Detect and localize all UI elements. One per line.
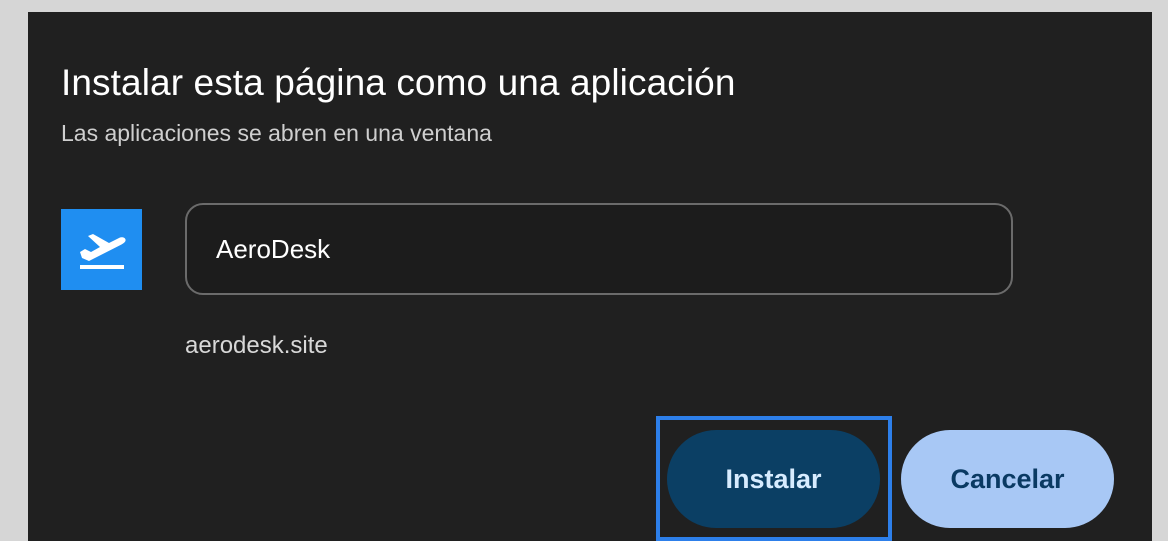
cancel-button[interactable]: Cancelar [901,430,1114,528]
app-domain: aerodesk.site [185,332,328,359]
plane-takeoff-glyph [79,233,126,269]
app-name-input[interactable] [185,203,1013,295]
dialog-title: Instalar esta página como una aplicación [61,62,736,103]
install-app-dialog: Instalar esta página como una aplicación… [28,12,1152,541]
install-button[interactable]: Instalar [667,430,880,528]
dialog-subtitle: Las aplicaciones se abren en una ventana [61,120,492,146]
plane-takeoff-icon [61,209,142,290]
